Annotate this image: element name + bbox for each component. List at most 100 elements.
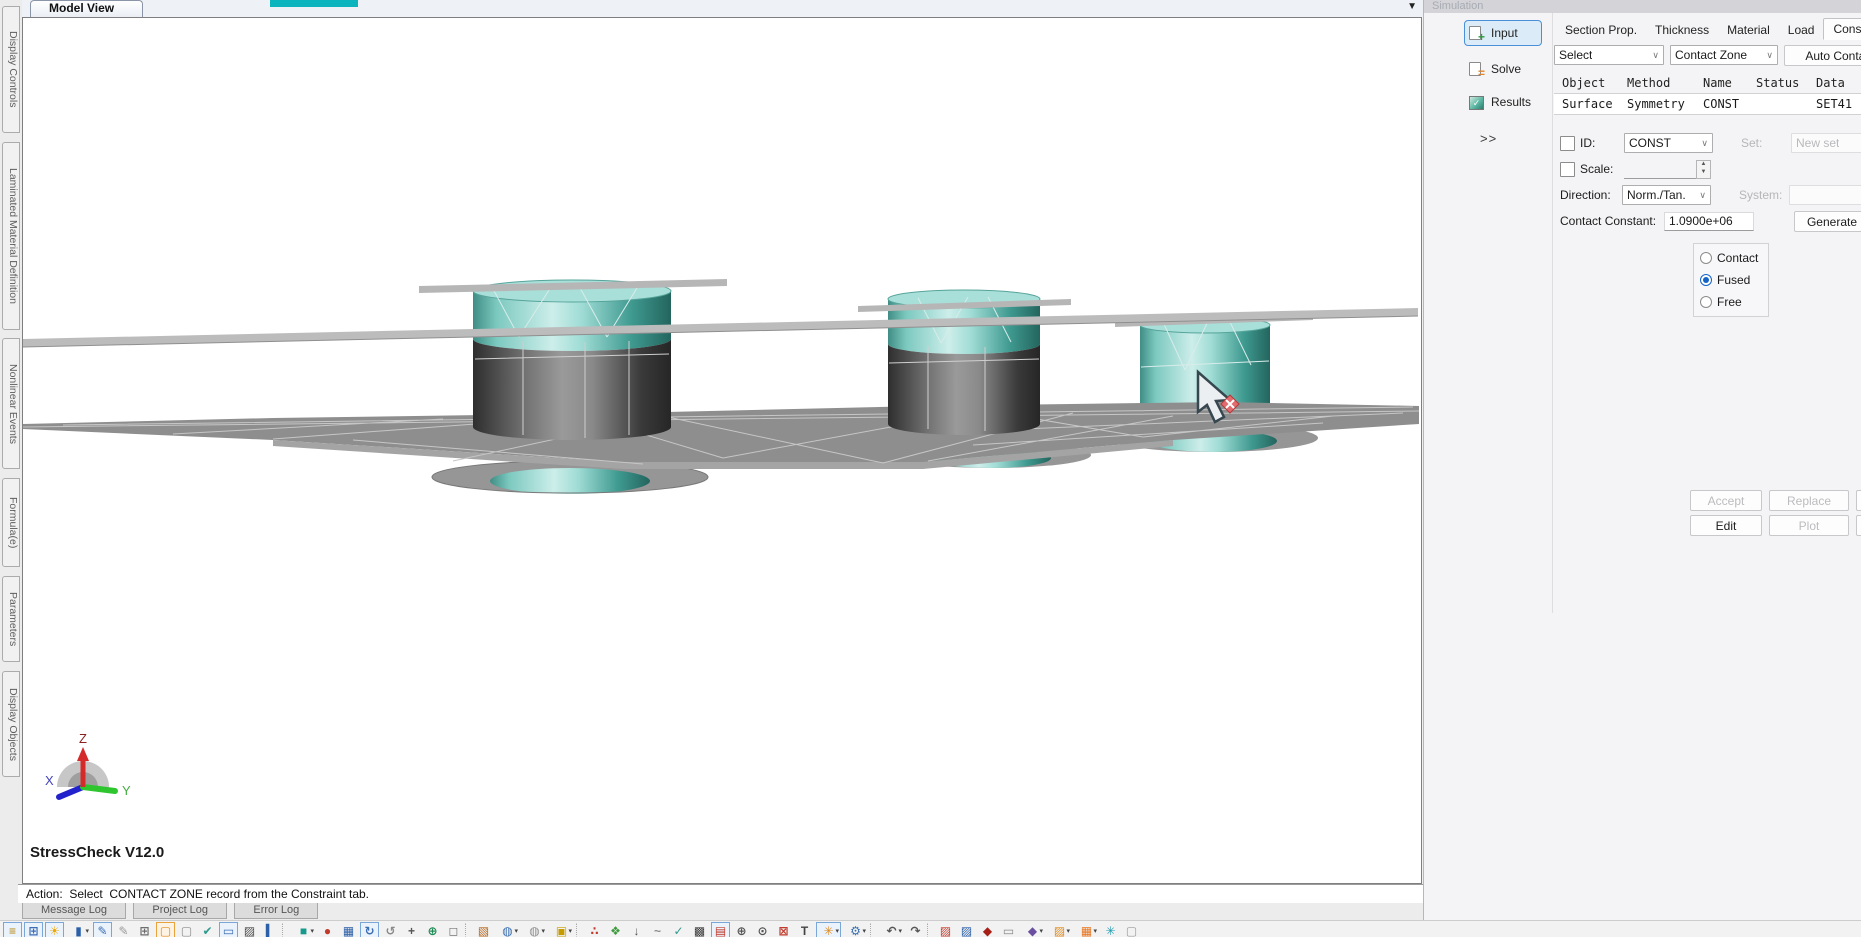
toolbar-record-dot-icon[interactable]: ●▾ [318,922,337,937]
cylinder-left[interactable] [473,280,671,440]
toolbar-globe-alt-icon[interactable]: ◍▾ [522,922,547,937]
nav-results-button[interactable]: ✓ Results [1464,89,1542,115]
toolbar-dotted-fill-icon[interactable]: ▦▾ [1074,922,1099,937]
auto-contact-button[interactable]: Auto Contact [1784,45,1861,66]
nav-expand-button[interactable]: >> [1480,131,1497,146]
toolbar-redo-icon[interactable]: ↷▾ [906,922,925,937]
toolbar-viewport-layout-icon[interactable]: ▣▾ [549,922,574,937]
orientation-triad: Z Y X [45,731,131,798]
toolbar-splash-teal-icon[interactable]: ✳▾ [1101,922,1120,937]
deselect-button[interactable]: Deselect [1856,515,1861,536]
tab-message-log[interactable]: Message Log [22,903,126,919]
simulation-tabs: Section Prop. Thickness Material Load Co… [1556,18,1861,40]
toolbar-zoom-window-icon[interactable]: ◻▾ [444,922,463,937]
cylinder-middle[interactable] [888,290,1040,435]
toolbar-fill-color-icon[interactable]: ■▾ [291,922,316,937]
toolbar-zoom-in-icon[interactable]: ⊕▾ [423,922,442,937]
toolbar-outline-box-icon[interactable]: ▭▾ [999,922,1018,937]
toolbar-display-monitor-icon[interactable]: ▮▾ [66,922,91,937]
toolbar-settings-gear-icon[interactable]: ⚙▾ [843,922,868,937]
toolbar-paint-check-icon[interactable]: ✓▾ [669,922,688,937]
id-select[interactable]: CONST∨ [1624,133,1713,153]
toolbar-fit-view-icon[interactable]: ▭▾ [219,922,238,937]
generate-button[interactable]: Generate [1794,211,1861,232]
toolbar-flame-solid-icon[interactable]: ◆▾ [978,922,997,937]
toolbar-rotate-free-icon[interactable]: ↺▾ [381,922,400,937]
toolbar-delete-cell-icon[interactable]: ⊠▾ [774,922,793,937]
spin-up-icon[interactable]: ▲ [1697,161,1710,170]
radio-icon [1700,274,1712,286]
toolbar-undo-icon[interactable]: ↶▾ [879,922,904,937]
direction-select[interactable]: Norm./Tan.∨ [1622,185,1711,205]
toolbar-panel-end-icon[interactable]: ▢▾ [1122,922,1141,937]
sidebar-tab-parameters[interactable]: Parameters [2,576,20,662]
toolbar-arrow-down-icon[interactable]: ↓▾ [627,922,646,937]
tab-list-dropdown-icon[interactable]: ▼ [1407,1,1417,13]
toolbar-chart-panel-icon[interactable]: ▍▾ [261,922,280,937]
scale-checkbox[interactable] [1560,162,1575,177]
sidebar-tab-formulae[interactable]: Formula(e) [2,478,20,567]
nav-input-button[interactable]: + Input [1464,20,1542,46]
tab-model-view[interactable]: Model View [30,0,143,18]
contact-constant-input[interactable]: 1.0900e+06 [1664,212,1754,231]
scale-spinner[interactable]: ▲▼ [1696,160,1711,179]
model-viewport[interactable]: Z Y X StressCheck V12.0 [22,17,1422,884]
toolbar-mesh-grid-icon[interactable]: ⊞▾ [135,922,154,937]
toolbar-block-grid-icon[interactable]: ▩▾ [690,922,709,937]
id-checkbox[interactable] [1560,136,1575,151]
toolbar-legend-list-icon[interactable]: ≡▾ [3,922,22,937]
toolbar-section-window-icon[interactable]: ▤▾ [711,922,730,937]
toolbar-point-set-icon[interactable]: ∴▾ [585,922,604,937]
toolbar-pan-view-icon[interactable]: +▾ [402,922,421,937]
tab-material[interactable]: Material [1718,20,1779,40]
toolbar-tile-blocks-icon[interactable]: ▦▾ [339,922,358,937]
toolbar-accept-check-icon[interactable]: ✔▾ [198,922,217,937]
toolbar-rotate-view-icon[interactable]: ↻▾ [360,922,379,937]
tab-section-prop[interactable]: Section Prop. [1556,20,1646,40]
cell-name: CONST [1703,97,1756,111]
toolbar-hatch-red-icon[interactable]: ▨▾ [936,922,955,937]
col-object: Object [1562,76,1627,90]
chevron-down-icon: ∨ [1652,50,1659,61]
tab-load[interactable]: Load [1779,20,1824,40]
toolbar-spark-burst-icon[interactable]: ✳▾ [816,922,841,937]
tab-error-log[interactable]: Error Log [234,903,318,919]
toolbar-hide-frame-icon[interactable]: ▢▾ [177,922,196,937]
spin-down-icon[interactable]: ▼ [1697,169,1710,178]
sidebar-tab-laminated-material[interactable]: Laminated Material Definition [2,142,20,330]
model-view-region: Model View ▼ [22,0,1423,884]
toolbar-locate-target-icon[interactable]: ⊕▾ [732,922,751,937]
toolbar-select-edit-icon[interactable]: ✎▾ [93,922,112,937]
radio-contact[interactable]: Contact [1700,251,1762,265]
toolbar-text-note-icon[interactable]: T▾ [795,922,814,937]
toolbar-show-frame-icon[interactable]: ▢▾ [156,922,175,937]
col-name: Name [1703,76,1756,90]
sidebar-tab-nonlinear-events[interactable]: Nonlinear Events [2,338,20,469]
toolbar-material-cube-icon[interactable]: ▧▾ [474,922,493,937]
toolbar-model-tree-icon[interactable]: ⊞▾ [24,922,43,937]
toolbar-globe-view-icon[interactable]: ◍▾ [495,922,520,937]
edit-button[interactable]: Edit [1690,515,1762,536]
toolbar-node-link-icon[interactable]: ❖▾ [606,922,625,937]
sidebar-tab-display-objects[interactable]: Display Objects [2,671,20,777]
sidebar-tab-display-controls[interactable]: Display Controls [2,6,20,133]
toolbar-select-alt-icon[interactable]: ✎▾ [114,922,133,937]
radio-fused[interactable]: Fused [1700,273,1762,287]
scale-input[interactable] [1624,160,1696,179]
toolbar-spline-curve-icon[interactable]: ~▾ [648,922,667,937]
contact-zone-select[interactable]: Contact Zone∨ [1670,45,1778,65]
toolbar-probe-pin-icon[interactable]: ⊙▾ [753,922,772,937]
tab-thickness[interactable]: Thickness [1646,20,1718,40]
tab-constraint[interactable]: Constraint [1823,18,1861,40]
toolbar-lights-icon[interactable]: ☀▾ [45,922,64,937]
table-row[interactable]: Surface Symmetry CONST SET41 [1554,93,1861,115]
method-select[interactable]: Select∨ [1554,45,1664,65]
nav-solve-button[interactable]: = Solve [1464,56,1542,82]
radio-free[interactable]: Free [1700,295,1762,309]
toolbar-hatch-blue-icon[interactable]: ▨▾ [957,922,976,937]
toolbar-hatch-orange-icon[interactable]: ▨▾ [1047,922,1072,937]
accept-button: Accept [1690,490,1762,511]
toolbar-shaded-view-icon[interactable]: ▨▾ [240,922,259,937]
tab-project-log[interactable]: Project Log [133,903,227,919]
toolbar-flask-analysis-icon[interactable]: ◆▾ [1020,922,1045,937]
